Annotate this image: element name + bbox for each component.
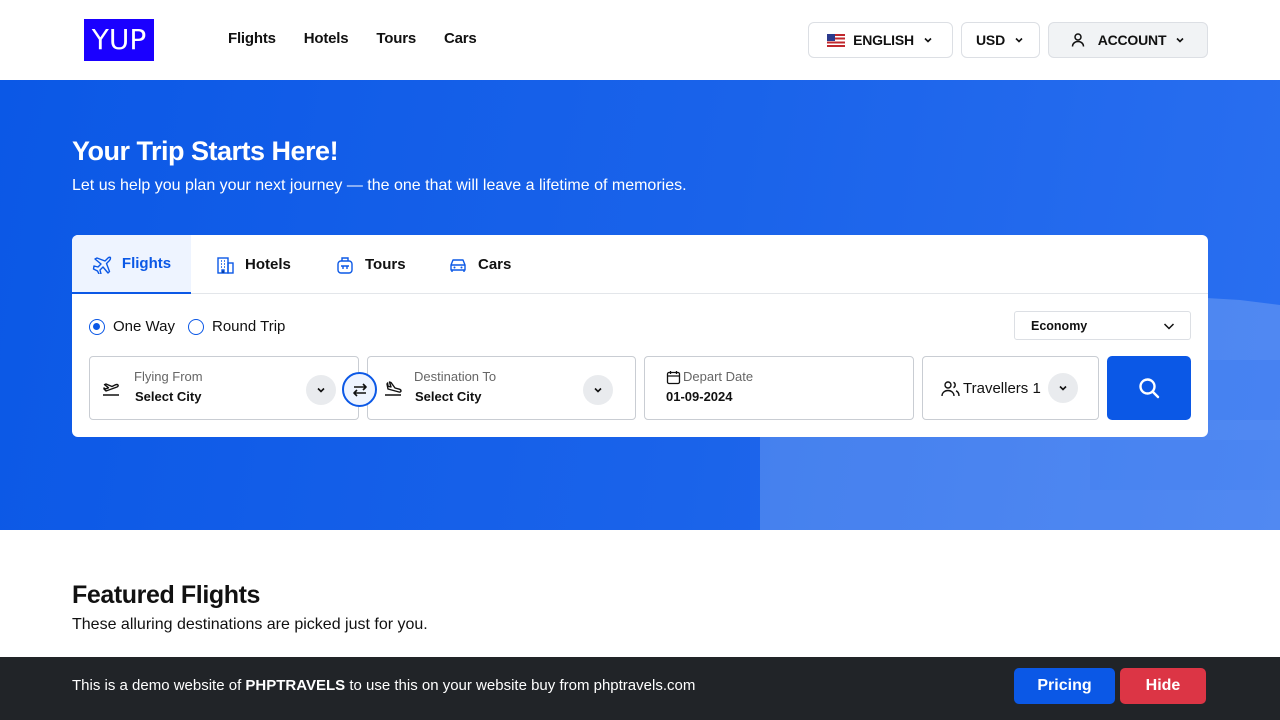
nav-hotels[interactable]: Hotels (304, 30, 349, 47)
demo-notice-suffix: to use this on your website buy from php… (345, 677, 696, 694)
tab-label: Hotels (245, 256, 291, 273)
travellers-dropdown[interactable] (1048, 373, 1078, 403)
radio-label: One Way (113, 318, 175, 335)
nav-cars[interactable]: Cars (444, 30, 477, 47)
language-dropdown[interactable]: ENGLISH (808, 22, 953, 58)
nav-flights[interactable]: Flights (228, 30, 276, 47)
takeoff-icon (103, 383, 119, 396)
site-logo[interactable]: YUP (84, 19, 154, 61)
users-icon (941, 381, 960, 397)
flying-from-field[interactable]: Flying From Select City (89, 356, 359, 420)
calendar-icon (666, 371, 681, 385)
car-icon (450, 258, 466, 272)
round-trip-radio[interactable]: Round Trip (188, 318, 285, 335)
travellers-count: 1 (1032, 380, 1041, 397)
depart-date-field[interactable]: Depart Date 01-09-2024 (644, 356, 914, 420)
demo-notice-text: This is a demo website of PHPTRAVELS to … (72, 677, 695, 694)
language-label: ENGLISH (853, 32, 914, 48)
chevron-down-icon (1059, 385, 1067, 391)
travellers-label: Travellers (963, 380, 1029, 397)
tab-label: Cars (478, 256, 512, 273)
hero-section: Your Trip Starts Here! Let us help you p… (0, 80, 1280, 530)
one-way-radio[interactable]: One Way (89, 318, 175, 335)
chevron-down-icon (1176, 37, 1184, 43)
cabin-class-value: Economy (1031, 318, 1088, 333)
featured-flights-title: Featured Flights (72, 581, 261, 609)
radio-label: Round Trip (212, 318, 286, 335)
currency-dropdown[interactable]: USD (961, 22, 1040, 58)
demo-notice-prefix: This is a demo website of (72, 677, 246, 694)
swap-cities-button[interactable] (342, 372, 377, 407)
nav-tours[interactable]: Tours (376, 30, 416, 47)
building-icon (217, 256, 234, 274)
search-button[interactable] (1107, 356, 1191, 420)
hero-title: Your Trip Starts Here! (72, 136, 339, 166)
demo-notice-brand: PHPTRAVELS (245, 677, 346, 694)
plane-icon (92, 256, 112, 274)
account-label: ACCOUNT (1097, 32, 1167, 48)
radio-checked (89, 318, 105, 335)
us-flag-icon (827, 33, 846, 47)
destination-field[interactable]: Destination To Select City (367, 356, 636, 420)
tab-hotels[interactable]: Hotels (215, 235, 291, 294)
landing-icon (385, 381, 402, 396)
depart-date-value: 01-09-2024 (666, 389, 733, 404)
travellers-field[interactable]: Travellers 1 (922, 356, 1099, 420)
flying-from-dropdown[interactable] (306, 375, 336, 405)
flying-from-label: Flying From (134, 369, 203, 384)
travellers-text: Travellers 1 (963, 380, 1041, 397)
search-tabs: Flights Hotels Tours Cars (72, 235, 1208, 294)
luggage-icon (337, 256, 353, 274)
pricing-button[interactable]: Pricing (1014, 668, 1115, 704)
hero-subtitle: Let us help you plan your next journey —… (72, 177, 687, 194)
chevron-down-icon (317, 387, 325, 393)
tab-tours[interactable]: Tours (335, 235, 406, 294)
flying-from-value: Select City (135, 389, 202, 404)
destination-label: Destination To (414, 369, 497, 384)
swap-arrows-icon (352, 382, 367, 397)
hide-button[interactable]: Hide (1120, 668, 1206, 704)
search-card: Flights Hotels Tours Cars One Way Round … (72, 235, 1208, 437)
main-nav: Flights Hotels Tours Cars (228, 30, 477, 47)
cabin-class-select[interactable]: Economy (1014, 311, 1191, 340)
chevron-down-icon (924, 37, 932, 43)
depart-date-label: Depart Date (683, 369, 754, 384)
radio-unchecked (188, 318, 204, 335)
user-icon (1071, 33, 1084, 47)
featured-flights-subtitle: These alluring destinations are picked j… (72, 616, 428, 633)
destination-dropdown[interactable] (583, 375, 613, 405)
tab-label: Flights (121, 255, 172, 272)
search-icon (1139, 378, 1160, 399)
chevron-down-icon (1163, 322, 1175, 330)
tab-cars[interactable]: Cars (448, 235, 511, 294)
demo-notice-bar: This is a demo website of PHPTRAVELS to … (0, 657, 1280, 720)
site-header: YUP Flights Hotels Tours Cars ENGLISH US… (0, 0, 1280, 80)
destination-value: Select City (415, 389, 482, 404)
chevron-down-icon (594, 387, 602, 393)
account-dropdown[interactable]: ACCOUNT (1048, 22, 1208, 58)
chevron-down-icon (1015, 37, 1023, 43)
tab-label: Tours (365, 256, 406, 273)
currency-label: USD (976, 32, 1005, 48)
tab-flights[interactable]: Flights (72, 235, 191, 294)
